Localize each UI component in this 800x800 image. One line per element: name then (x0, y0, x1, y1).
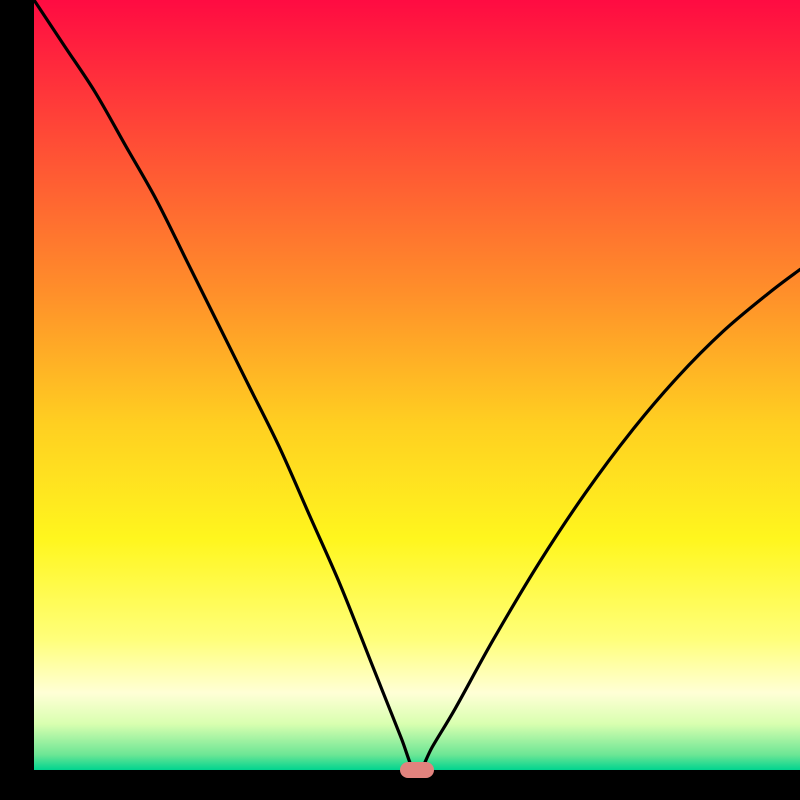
chart-frame: TheBottleneck.com (0, 0, 800, 800)
optimum-marker (400, 762, 434, 777)
bottleneck-chart (34, 0, 800, 770)
chart-background-gradient (34, 0, 800, 770)
